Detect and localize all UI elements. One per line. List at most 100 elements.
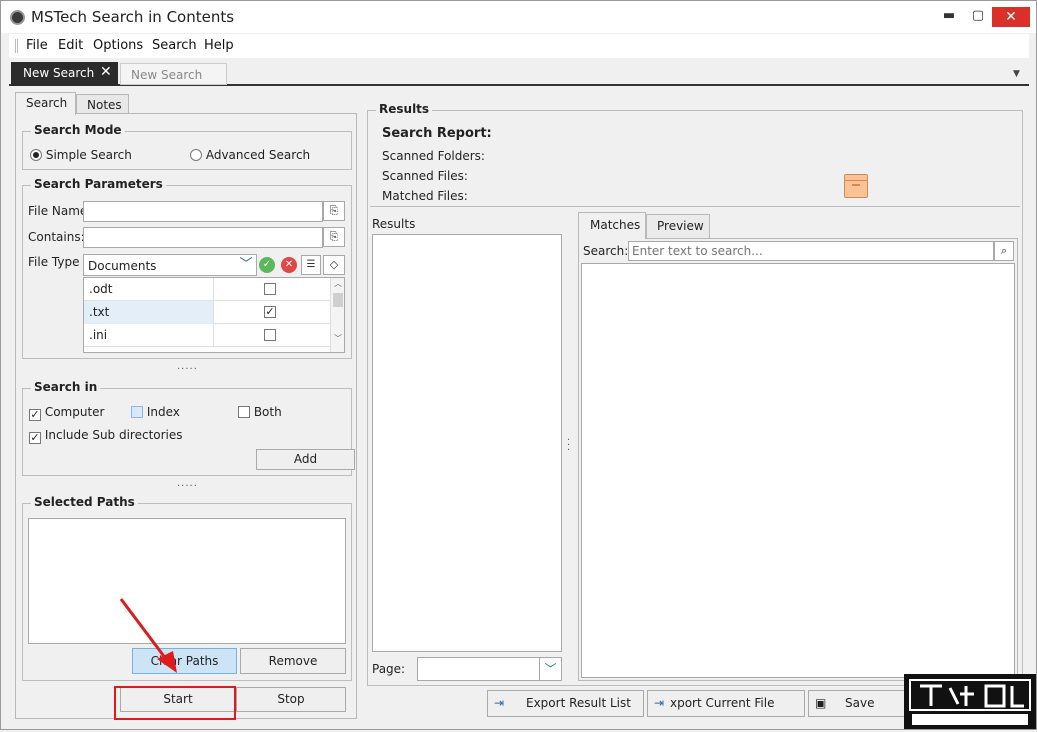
window-title: MSTech Search in Contents xyxy=(31,8,235,26)
search-input[interactable] xyxy=(628,241,994,261)
both-checkbox[interactable] xyxy=(238,406,250,418)
file-type-label: File Type xyxy=(28,255,80,269)
menu-help[interactable]: Help xyxy=(204,38,234,53)
arrow-head xyxy=(157,651,177,673)
matched-files-label: Matched Files: xyxy=(382,189,468,203)
menu-file[interactable]: File xyxy=(26,38,48,53)
menu-options[interactable]: Options xyxy=(93,38,143,53)
scanned-files-label: Scanned Files: xyxy=(382,169,468,183)
page-label: Page: xyxy=(372,662,406,676)
grid-scrollbar[interactable]: ︿ ﹀ xyxy=(330,278,344,352)
export-result-list-label: Export Result List xyxy=(526,696,631,710)
contains-browse-button[interactable]: ⎘ xyxy=(323,227,345,247)
index-label: Index xyxy=(146,405,180,419)
include-sub-checkbox[interactable]: ✓ xyxy=(29,432,41,444)
close-tab-icon[interactable]: ✕ xyxy=(100,64,112,80)
matches-list[interactable] xyxy=(581,263,1015,678)
scanned-folders-label: Scanned Folders: xyxy=(382,149,485,163)
vertical-splitter-handle[interactable]: · · · xyxy=(567,436,570,456)
watermark-logo-graphic xyxy=(909,679,1031,725)
chevron-down-icon[interactable]: ﹀ xyxy=(539,657,562,681)
export-current-file-report-button[interactable]: ⇥ xport Current File Repor xyxy=(647,690,805,717)
chevron-down-icon[interactable]: ﹀ xyxy=(235,254,257,276)
extension-checkbox[interactable]: ✓ xyxy=(264,306,276,318)
extension-checkbox[interactable] xyxy=(264,329,276,341)
close-button[interactable]: ✕ xyxy=(992,7,1030,27)
tab-preview[interactable]: Preview xyxy=(646,214,710,239)
export-current-file-report-label: xport Current File Repor xyxy=(670,696,775,710)
menu-bar: File Edit Options Search Help xyxy=(9,34,1029,58)
export-icon: ⇥ xyxy=(494,696,505,710)
tab-search[interactable]: Search xyxy=(15,92,76,115)
tab-matches[interactable]: Matches xyxy=(578,212,646,239)
advanced-search-label: Advanced Search xyxy=(205,148,311,162)
computer-checkbox[interactable]: ✓ xyxy=(29,409,41,421)
file-name-input[interactable] xyxy=(83,201,323,222)
uncheck-all-icon[interactable]: ✕ xyxy=(281,257,297,273)
extension-checkbox[interactable] xyxy=(264,283,276,295)
tab-notes[interactable]: Notes xyxy=(76,94,129,114)
extension-cell: .ini xyxy=(84,324,214,347)
file-type-select[interactable]: Documents xyxy=(83,254,257,276)
advanced-search-radio[interactable] xyxy=(190,149,202,161)
stop-button[interactable]: Stop xyxy=(236,687,346,712)
results-title: Results xyxy=(376,102,433,116)
remove-button[interactable]: Remove xyxy=(240,648,346,674)
table-row[interactable]: .txt ✓ xyxy=(84,301,344,324)
app-window: MSTech Search in Contents ▬ ▢ ✕ File Edi… xyxy=(0,0,1037,730)
check-all-icon[interactable]: ✓ xyxy=(259,257,275,273)
tabs-dropdown-icon[interactable]: ▼ xyxy=(1013,69,1020,79)
file-type-grid: .odt .txt ✓ .ini ︿ ﹀ xyxy=(83,277,345,353)
selected-paths-title: Selected Paths xyxy=(31,495,138,509)
export-icon: ⇥ xyxy=(654,696,665,710)
simple-search-radio[interactable] xyxy=(30,149,42,161)
scroll-down-icon[interactable]: ﹀ xyxy=(331,333,344,344)
minimize-button[interactable]: ▬ xyxy=(939,7,959,25)
both-label: Both xyxy=(253,405,282,419)
search-report-title: Search Report: xyxy=(382,126,492,141)
add-button[interactable]: Add xyxy=(256,449,355,470)
app-logo-icon xyxy=(10,10,25,25)
splitter-handle[interactable]: ..... xyxy=(177,478,198,489)
scroll-up-icon[interactable]: ︿ xyxy=(331,278,344,289)
extension-cell: .txt xyxy=(84,301,214,324)
red-arrow-annotation xyxy=(119,598,177,673)
search-parameters-title: Search Parameters xyxy=(31,177,166,191)
search-icon[interactable]: ⌕ xyxy=(994,241,1014,261)
contains-label: Contains: xyxy=(28,230,85,244)
maximize-button[interactable]: ▢ xyxy=(968,7,988,25)
contains-input[interactable] xyxy=(83,227,323,248)
save-search-button[interactable]: ▣ Save Searc xyxy=(808,690,908,717)
results-list[interactable] xyxy=(372,234,562,652)
tab-label: New Search xyxy=(23,66,95,80)
tab-new-search-active[interactable]: New Search ✕ xyxy=(11,62,118,86)
menu-grip-icon xyxy=(15,39,18,53)
save-icon: ▣ xyxy=(815,696,827,710)
search-mode-group: Search Mode Simple Search Advanced Searc… xyxy=(22,123,352,170)
index-checkbox[interactable] xyxy=(131,406,143,418)
arrow-shaft xyxy=(119,598,171,664)
selected-paths-list[interactable] xyxy=(28,518,346,644)
watermark-logo xyxy=(904,674,1036,729)
search-in-title: Search in xyxy=(31,380,101,394)
table-row[interactable]: .odt xyxy=(84,278,344,301)
file-type-value: Documents xyxy=(88,259,157,273)
search-mode-title: Search Mode xyxy=(31,123,125,137)
menu-edit[interactable]: Edit xyxy=(58,38,83,53)
file-name-browse-button[interactable]: ⎘ xyxy=(323,201,345,221)
eraser-icon[interactable]: ◇ xyxy=(323,255,345,275)
tab-new-search[interactable]: New Search xyxy=(120,63,227,85)
table-row[interactable]: .ini xyxy=(84,324,344,347)
simple-search-label: Simple Search xyxy=(45,148,132,162)
menu-search[interactable]: Search xyxy=(152,38,197,53)
list-icon[interactable]: ☰ xyxy=(301,255,321,275)
computer-label: Computer xyxy=(44,405,105,419)
document-tabs: New Search ✕ New Search xyxy=(9,62,1029,86)
file-name-label: File Name xyxy=(28,204,88,218)
splitter-handle[interactable]: ..... xyxy=(177,361,198,372)
include-sub-label: Include Sub directories xyxy=(44,428,183,442)
export-result-list-button[interactable]: ⇥ Export Result List xyxy=(487,690,644,717)
page-select[interactable] xyxy=(417,657,540,681)
scroll-thumb[interactable] xyxy=(333,293,343,307)
highlight-box xyxy=(114,686,236,720)
